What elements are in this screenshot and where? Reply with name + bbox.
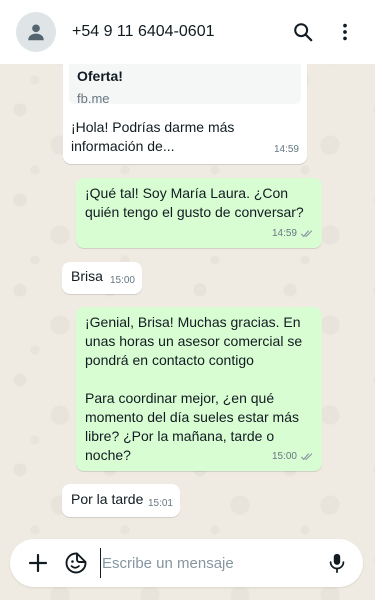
avatar[interactable] — [16, 12, 56, 52]
message-outgoing[interactable]: ¡Genial, Brisa! Muchas gracias. En unas … — [76, 307, 322, 471]
message-list: Oferta! fb.me ¡Hola! Podrías darme más i… — [0, 64, 375, 528]
message-outgoing[interactable]: ¡Qué tal! Soy María Laura. ¿Con quién te… — [76, 178, 322, 248]
sticker-icon — [65, 552, 87, 574]
message-time: 14:59 — [274, 140, 299, 159]
menu-button[interactable] — [329, 16, 361, 48]
sticker-button[interactable] — [62, 549, 90, 577]
search-icon — [294, 23, 313, 42]
microphone-icon — [329, 553, 345, 574]
message-composer — [10, 539, 363, 587]
message-text: ¡Genial, Brisa! Muchas gracias. En unas … — [85, 314, 303, 463]
message-time-label: 14:59 — [273, 144, 299, 155]
message-time: 14:59 — [272, 224, 314, 243]
message-incoming[interactable]: Brisa 15:00 — [62, 262, 142, 294]
message-text: ¡Qué tal! Soy María Laura. ¿Con quién te… — [85, 185, 304, 220]
message-incoming[interactable]: Por la tarde 15:01 — [62, 484, 180, 517]
message-time: 15:00 — [110, 271, 135, 290]
link-preview-title: Oferta! — [77, 68, 123, 84]
message-input[interactable] — [100, 548, 313, 578]
message-text: ¡Hola! Podrías darme más información de.… — [71, 119, 235, 154]
chat-header: +54 9 11 6404-0601 — [0, 0, 375, 64]
link-preview-site: fb.me — [77, 91, 110, 106]
message-text: Por la tarde — [71, 491, 144, 507]
avatar-icon — [28, 24, 44, 41]
double-check-icon — [300, 230, 313, 238]
plus-icon — [28, 553, 48, 573]
message-text: Brisa — [71, 268, 103, 284]
message-time-label: 15:00 — [271, 451, 297, 462]
double-check-icon — [300, 453, 313, 461]
message-incoming[interactable]: Oferta! fb.me ¡Hola! Podrías darme más i… — [63, 64, 307, 164]
message-time: 15:01 — [148, 494, 173, 513]
message-time-label: 15:01 — [147, 498, 173, 509]
search-button[interactable] — [287, 16, 319, 48]
voice-button[interactable] — [323, 549, 351, 577]
message-time-label: 15:00 — [109, 275, 135, 286]
message-time: 15:00 — [272, 447, 314, 466]
contact-name[interactable]: +54 9 11 6404-0601 — [72, 23, 277, 41]
link-preview[interactable]: Oferta! fb.me — [69, 64, 301, 106]
attach-button[interactable] — [24, 549, 52, 577]
more-vertical-icon — [343, 23, 347, 41]
message-time-label: 14:59 — [271, 228, 297, 239]
